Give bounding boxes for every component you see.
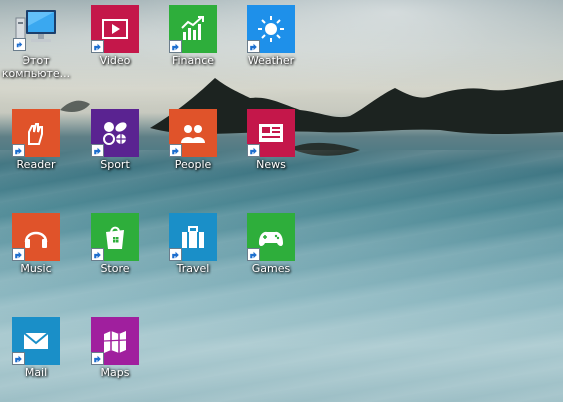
icon-label: Sport xyxy=(100,158,130,171)
desktop-icon-games[interactable]: Games xyxy=(235,208,307,308)
shortcut-arrow-icon xyxy=(247,144,260,157)
desktop-icon-weather[interactable]: Weather xyxy=(235,0,307,100)
shortcut-arrow-icon xyxy=(91,40,104,53)
icon-label: Maps xyxy=(100,366,130,379)
map-icon xyxy=(91,317,139,365)
icon-label: News xyxy=(256,158,286,171)
icon-label: Weather xyxy=(247,54,295,67)
shortcut-arrow-icon xyxy=(12,144,25,157)
sun-icon xyxy=(247,5,295,53)
shortcut-arrow-icon xyxy=(91,352,104,365)
reader-hand-icon xyxy=(12,109,60,157)
shortcut-arrow-icon xyxy=(247,40,260,53)
icon-label: Games xyxy=(251,262,291,275)
sport-balls-icon xyxy=(91,109,139,157)
desktop-icon-finance[interactable]: Finance xyxy=(157,0,229,100)
desktop-icon-travel[interactable]: Travel xyxy=(157,208,229,308)
icon-label: Mail xyxy=(24,366,48,379)
video-icon xyxy=(91,5,139,53)
shortcut-arrow-icon xyxy=(247,248,260,261)
desktop-icon-this-pc[interactable]: Этот компьюте... xyxy=(0,0,72,100)
icon-label: Travel xyxy=(176,262,210,275)
shortcut-arrow-icon xyxy=(169,40,182,53)
shortcut-arrow-icon xyxy=(91,248,104,261)
people-icon xyxy=(169,109,217,157)
envelope-icon xyxy=(12,317,60,365)
suitcase-icon xyxy=(169,213,217,261)
news-icon xyxy=(247,109,295,157)
game-controller-icon xyxy=(247,213,295,261)
icon-label: People xyxy=(174,158,212,171)
shortcut-arrow-icon xyxy=(169,248,182,261)
desktop-icon-people[interactable]: People xyxy=(157,104,229,204)
icon-label: Store xyxy=(100,262,130,275)
finance-chart-icon xyxy=(169,5,217,53)
desktop-icon-mail[interactable]: Mail xyxy=(0,312,72,402)
icon-label: Finance xyxy=(171,54,215,67)
desktop-icon-music[interactable]: Music xyxy=(0,208,72,308)
shortcut-arrow-icon xyxy=(169,144,182,157)
shopping-bag-icon xyxy=(91,213,139,261)
desktop-icon-sport[interactable]: Sport xyxy=(79,104,151,204)
icon-label: Reader xyxy=(16,158,56,171)
desktop-icon-reader[interactable]: Reader xyxy=(0,104,72,204)
icon-label: Video xyxy=(99,54,131,67)
shortcut-arrow-icon xyxy=(12,248,25,261)
desktop-icon-maps[interactable]: Maps xyxy=(79,312,151,402)
shortcut-arrow-icon xyxy=(13,38,26,51)
icon-label: Music xyxy=(20,262,52,275)
desktop-icon-news[interactable]: News xyxy=(235,104,307,204)
shortcut-arrow-icon xyxy=(12,352,25,365)
desktop: Этот компьюте... Video Finance Weather R… xyxy=(0,0,563,402)
shortcut-arrow-icon xyxy=(91,144,104,157)
icon-label: Этот компьюте... xyxy=(1,54,71,80)
headphones-icon xyxy=(12,213,60,261)
desktop-icon-store[interactable]: Store xyxy=(79,208,151,308)
desktop-icon-video[interactable]: Video xyxy=(79,0,151,100)
